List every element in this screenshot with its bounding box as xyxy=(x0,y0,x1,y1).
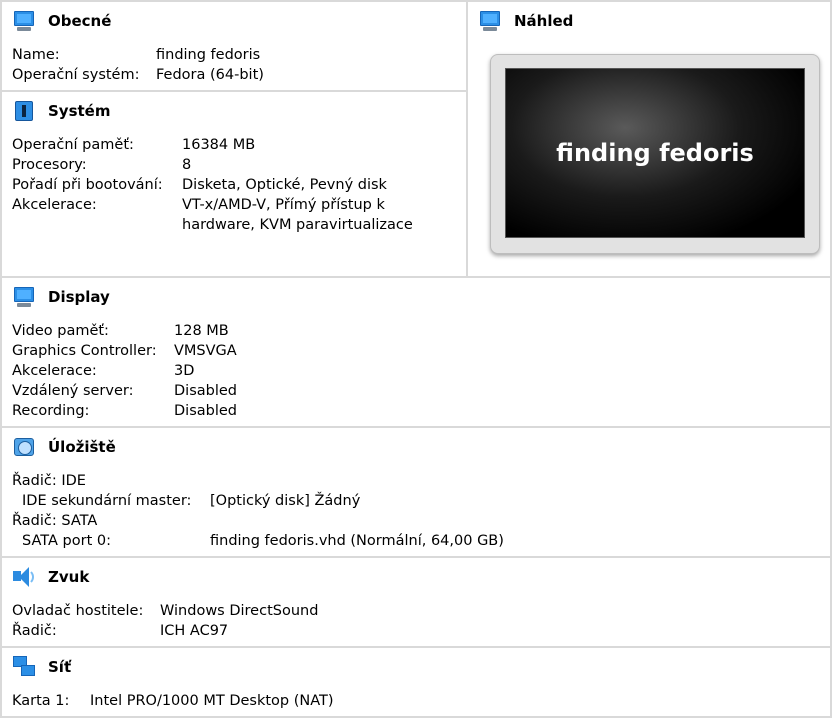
system-title: Systém xyxy=(48,102,111,120)
row-value: ICH AC97 xyxy=(160,623,229,639)
row-value: Fedora (64-bit) xyxy=(156,67,264,83)
preview-header[interactable]: Náhled xyxy=(478,8,573,34)
row-value: 8 xyxy=(182,157,192,173)
row-label: Ovladač hostitele: xyxy=(12,603,144,619)
display-header[interactable]: Display xyxy=(12,284,110,310)
general-section: Obecné Name: finding fedoris Operační sy… xyxy=(0,0,468,92)
system-header[interactable]: Systém xyxy=(12,98,110,124)
chip-icon xyxy=(12,99,36,123)
row-label: Řadič: xyxy=(12,623,57,639)
preview-frame: finding fedoris xyxy=(490,54,820,254)
row-label: Operační paměť: xyxy=(12,137,134,153)
preview-section: Náhled finding fedoris xyxy=(466,0,832,278)
general-header[interactable]: Obecné xyxy=(12,8,111,34)
row-label: SATA port 0: xyxy=(22,533,111,549)
row-label: Vzdálený server: xyxy=(12,383,134,399)
display-title: Display xyxy=(48,288,110,306)
row-label: Operační systém: xyxy=(12,67,140,83)
row-value: VT-x/AMD-V, Přímý přístup k xyxy=(182,197,385,213)
row-value: Disabled xyxy=(174,403,237,419)
network-header[interactable]: Síť xyxy=(12,654,71,680)
row-value: hardware, KVM paravirtualizace xyxy=(182,217,413,233)
row-value: Windows DirectSound xyxy=(160,603,319,619)
row-value: 128 MB xyxy=(174,323,229,339)
row-label: Karta 1: xyxy=(12,693,70,709)
audio-title: Zvuk xyxy=(48,568,90,586)
storage-title: Úložiště xyxy=(48,438,116,456)
row-label: Akcelerace: xyxy=(12,363,97,379)
preview-vm-name: finding fedoris xyxy=(556,139,754,167)
row-value: Disketa, Optické, Pevný disk xyxy=(182,177,387,193)
row-value: Intel PRO/1000 MT Desktop (NAT) xyxy=(90,693,334,709)
network-title: Síť xyxy=(48,658,72,676)
row-label: Recording: xyxy=(12,403,90,419)
row-label: Video paměť: xyxy=(12,323,109,339)
row-value: Disabled xyxy=(174,383,237,399)
speaker-icon xyxy=(12,565,36,589)
storage-icon xyxy=(12,435,36,459)
row-value: finding fedoris xyxy=(156,47,261,63)
network-section: Síť Karta 1: Intel PRO/1000 MT Desktop (… xyxy=(0,646,832,718)
row-value: 16384 MB xyxy=(182,137,256,153)
monitor-icon xyxy=(12,9,36,33)
row-label: Graphics Controller: xyxy=(12,343,157,359)
row-label: Řadič: SATA xyxy=(12,513,98,529)
monitor-icon xyxy=(12,285,36,309)
audio-section: Zvuk Ovladač hostitele: Windows DirectSo… xyxy=(0,556,832,648)
row-label: Name: xyxy=(12,47,60,63)
row-label: Pořadí při bootování: xyxy=(12,177,163,193)
row-label: Procesory: xyxy=(12,157,87,173)
row-label: IDE sekundární master: xyxy=(22,493,192,509)
preview-screen: finding fedoris xyxy=(505,68,805,238)
row-value: finding fedoris.vhd (Normální, 64,00 GB) xyxy=(210,533,504,549)
row-label: Akcelerace: xyxy=(12,197,97,213)
monitor-icon xyxy=(478,9,502,33)
audio-header[interactable]: Zvuk xyxy=(12,564,89,590)
row-value: [Optický disk] Žádný xyxy=(210,493,361,509)
system-section: Systém Operační paměť: 16384 MB Procesor… xyxy=(0,90,468,278)
row-label: Řadič: IDE xyxy=(12,473,86,489)
storage-header[interactable]: Úložiště xyxy=(12,434,116,460)
network-icon xyxy=(12,655,36,679)
display-section: Display Video paměť: 128 MB Graphics Con… xyxy=(0,276,832,428)
preview-title: Náhled xyxy=(514,12,574,30)
storage-section: Úložiště Řadič: IDE IDE sekundární maste… xyxy=(0,426,832,558)
row-value: 3D xyxy=(174,363,195,379)
row-value: VMSVGA xyxy=(174,343,237,359)
general-title: Obecné xyxy=(48,12,112,30)
